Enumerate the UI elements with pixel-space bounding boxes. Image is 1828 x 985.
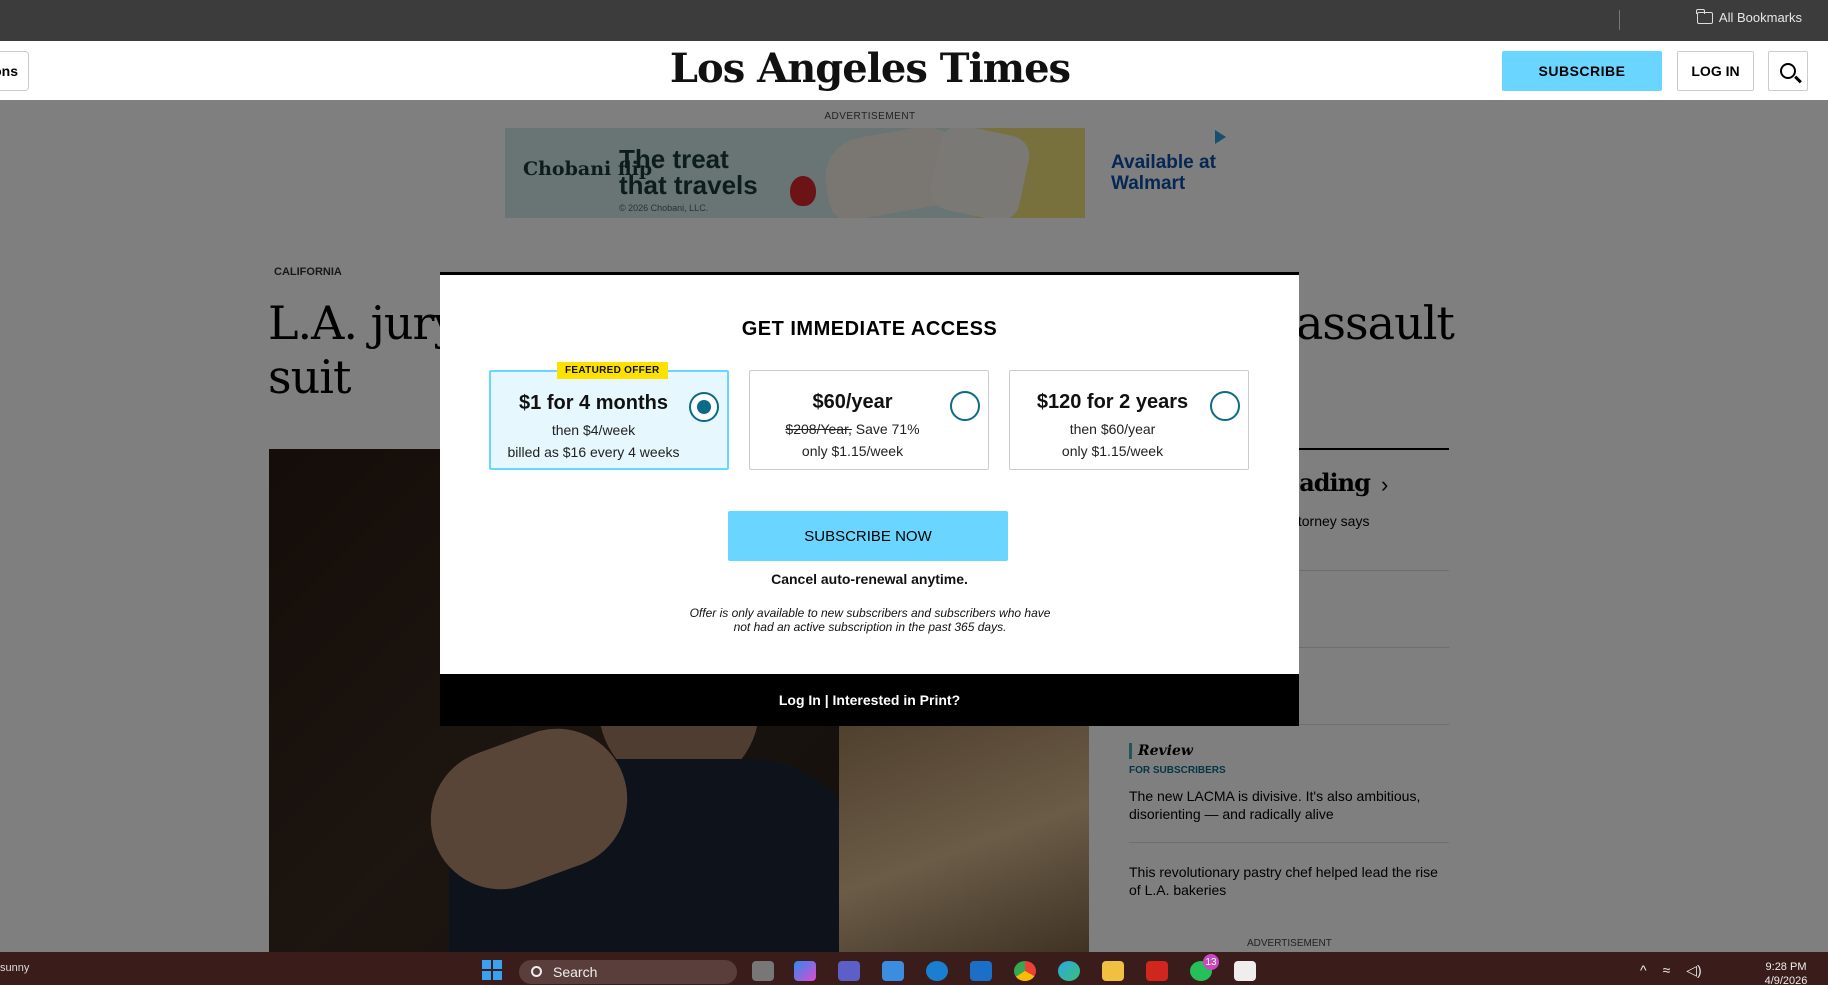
volume-icon[interactable]: ◁) (1686, 962, 1701, 979)
fine-print: Offer is only available to new subscribe… (689, 606, 1051, 634)
acrobat-icon[interactable] (1146, 961, 1168, 981)
weather-widget[interactable]: sunny (0, 962, 32, 974)
copilot-icon[interactable] (794, 961, 816, 981)
radio-unselected[interactable] (1210, 391, 1240, 421)
clock-time: 9:28 PM (1765, 961, 1807, 973)
cancel-text: Cancel auto-renewal anytime. (771, 571, 968, 587)
offer-card-two-year[interactable]: $120 for 2 years then $60/year only $1.1… (1009, 370, 1249, 470)
bookmarks-divider (1619, 10, 1620, 30)
site-logo[interactable]: Los Angeles Times (0, 45, 1740, 92)
clock[interactable]: 9:28 PM 4/9/2026 (1754, 960, 1818, 985)
chrome-icon[interactable] (1014, 961, 1036, 981)
offer-detail: then $4/week (551, 422, 636, 438)
chevron-up-icon[interactable]: ^ (1640, 962, 1647, 979)
subscription-modal: GET IMMEDIATE ACCESS FEATURED OFFER $1 f… (440, 272, 1299, 726)
offer-card-featured[interactable]: FEATURED OFFER $1 for 4 months then $4/w… (489, 362, 729, 470)
all-bookmarks-label: All Bookmarks (1718, 10, 1802, 25)
modal-footer-links[interactable]: Log In | Interested in Print? (440, 674, 1299, 726)
radio-selected[interactable] (689, 392, 719, 422)
teams-icon[interactable] (838, 961, 860, 981)
file-explorer-icon[interactable] (1102, 961, 1124, 981)
offer-card-yearly[interactable]: $60/year $208/Year, Save 71% only $1.15/… (749, 370, 989, 470)
network-icon[interactable]: ≈ (1663, 962, 1671, 979)
offer-price: $120 for 2 years (1036, 391, 1189, 413)
offer-detail: only $1.15/week (1061, 443, 1164, 459)
featured-badge: FEATURED OFFER (557, 362, 668, 379)
modal-title: GET IMMEDIATE ACCESS (741, 318, 998, 340)
offer-price: $60/year (812, 391, 893, 413)
search-icon (531, 966, 542, 977)
hp-icon[interactable] (926, 961, 948, 981)
store-icon[interactable] (882, 961, 904, 981)
login-button[interactable]: LOG IN (1677, 51, 1754, 91)
all-bookmarks-button[interactable]: All Bookmarks (1696, 8, 1802, 25)
subscribe-now-button[interactable]: SUBSCRIBE NOW (728, 511, 1008, 561)
outlook-icon[interactable] (970, 961, 992, 981)
savings-text: Save 71% (851, 421, 920, 437)
search-icon (1780, 63, 1796, 79)
calendar-icon[interactable] (1234, 961, 1256, 981)
offer-detail: only $1.15/week (801, 443, 904, 459)
notification-badge: 13 (1203, 954, 1219, 970)
bookmarks-bar: All Bookmarks (0, 0, 1828, 41)
subscribe-button[interactable]: SUBSCRIBE (1502, 51, 1662, 91)
taskbar-search-label: Search (553, 964, 598, 980)
system-tray: ^ ≈ ◁) (1640, 962, 1702, 979)
offer-detail: billed as $16 every 4 weeks (507, 444, 680, 460)
search-button[interactable] (1768, 51, 1808, 91)
folder-icon (1696, 8, 1713, 24)
offer-detail: then $60/year (1069, 421, 1156, 437)
radio-unselected[interactable] (950, 391, 980, 421)
taskbar-search[interactable]: Search (519, 960, 737, 984)
site-header: ons Los Angeles Times SUBSCRIBE LOG IN (0, 41, 1828, 100)
clock-date: 4/9/2026 (1764, 975, 1808, 985)
offer-detail: $208/Year, Save 71% (750, 421, 955, 437)
taskbar: sunny Search 13 ^ ≈ ◁) 9:28 PM 4/9/2026 (0, 952, 1828, 985)
offer-price: $1 for 4 months (519, 392, 668, 414)
original-price: $208/Year, (785, 421, 852, 437)
edge-icon[interactable] (1058, 961, 1080, 981)
task-view-icon[interactable] (752, 961, 774, 981)
windows-start-icon[interactable] (482, 960, 502, 980)
